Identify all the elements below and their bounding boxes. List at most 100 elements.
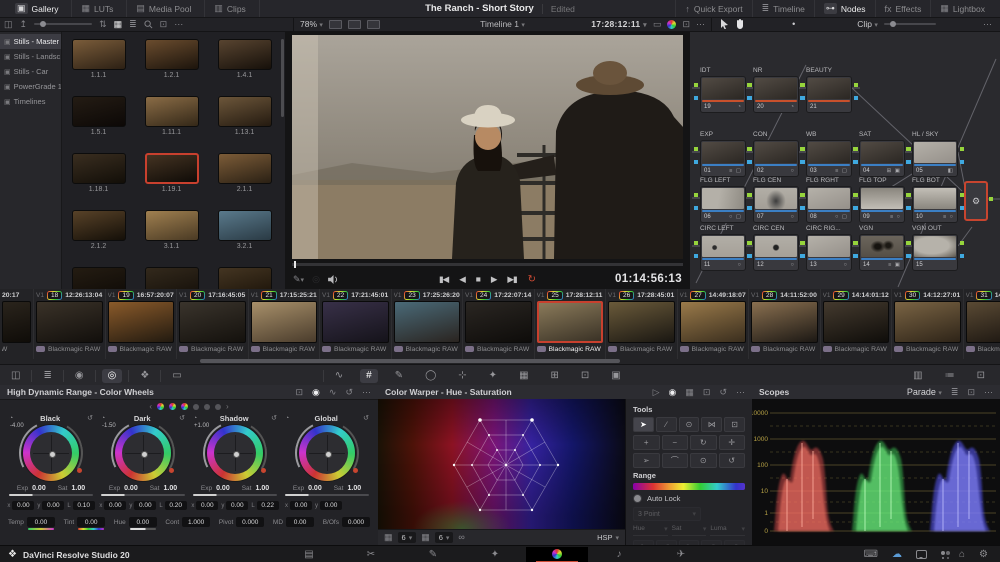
sort-icon[interactable]: ⇅ bbox=[99, 20, 107, 29]
timeline-scrollbar[interactable] bbox=[200, 359, 620, 363]
l-value[interactable]: 0.20 bbox=[165, 501, 187, 510]
more-options-icon[interactable]: ⋯ bbox=[984, 387, 993, 398]
y-value[interactable]: 0.00 bbox=[226, 501, 248, 510]
album-item[interactable]: ▣ Stills - Car bbox=[0, 64, 61, 79]
page-dot[interactable] bbox=[169, 403, 176, 410]
top-tab[interactable]: ▥ Clips bbox=[205, 0, 259, 17]
draw-tool-button[interactable]: ∕ bbox=[656, 417, 677, 432]
x-value[interactable]: 0.00 bbox=[12, 501, 34, 510]
keyboard-icon[interactable]: ⌨ bbox=[864, 549, 878, 560]
color-node[interactable]: CIRC CEN 12○ bbox=[753, 225, 799, 271]
y-value[interactable]: 0.00 bbox=[320, 501, 342, 510]
scopes-icon[interactable]: ≔ bbox=[934, 371, 966, 381]
luma-select[interactable]: Luma▾ bbox=[710, 525, 745, 536]
input-connector[interactable] bbox=[906, 241, 910, 245]
reset-icon[interactable]: ↺ bbox=[345, 387, 353, 398]
blur-icon[interactable]: ▦ bbox=[508, 371, 539, 381]
still-item[interactable]: 1.1.1 bbox=[62, 39, 135, 96]
color-node[interactable]: NR 20◔ bbox=[753, 67, 799, 113]
center-button[interactable]: ⊙ bbox=[690, 453, 717, 468]
home-icon[interactable]: ⌂ bbox=[959, 549, 965, 560]
input-connector[interactable] bbox=[694, 193, 698, 197]
top-tab[interactable]: ▦ Lightbox bbox=[930, 0, 994, 17]
input-connector[interactable] bbox=[694, 83, 698, 87]
timeline-clip[interactable]: V1 31 14:57:30 Blackmagic RAW bbox=[963, 289, 1000, 359]
chat-icon[interactable] bbox=[916, 550, 927, 559]
wheel-ring[interactable] bbox=[23, 425, 79, 481]
key-input-connector[interactable] bbox=[853, 254, 857, 258]
hue-sat-mode-icon[interactable]: ◉ bbox=[669, 387, 677, 398]
still-thumbnail[interactable] bbox=[145, 39, 199, 70]
page-dot[interactable] bbox=[204, 404, 210, 410]
playhead[interactable] bbox=[294, 261, 296, 268]
keyframes-icon[interactable]: ▥ bbox=[902, 371, 933, 381]
color-node[interactable]: CIRC LEFT 11○ bbox=[700, 225, 746, 271]
wheel-ring[interactable] bbox=[207, 425, 263, 481]
input-connector[interactable] bbox=[800, 241, 804, 245]
chroma-luma-mode-icon[interactable]: ▦ bbox=[685, 387, 694, 398]
hue-range-bar[interactable] bbox=[633, 483, 745, 490]
parameter-value[interactable]: 0.000 bbox=[342, 517, 370, 527]
qualifier-icon[interactable]: ✎ bbox=[384, 371, 414, 381]
expand-icon[interactable]: ⊡ bbox=[160, 20, 168, 29]
clip-thumbnail[interactable] bbox=[823, 301, 890, 343]
still-item[interactable] bbox=[208, 267, 281, 289]
still-thumbnail[interactable] bbox=[218, 153, 272, 184]
timeline-clip[interactable]: V1 18 12:26:13:04 Blackmagic RAW bbox=[33, 289, 105, 359]
y-value[interactable]: 0.00 bbox=[42, 501, 64, 510]
cut-page-icon[interactable]: ✂ bbox=[340, 547, 402, 562]
auto-lock-toggle[interactable]: Auto Lock bbox=[633, 494, 745, 503]
timeline-clip[interactable]: V1 20 17:16:45:05 Blackmagic RAW bbox=[176, 289, 248, 359]
exp-value[interactable]: 0.00 bbox=[32, 485, 46, 492]
still-thumbnail[interactable] bbox=[145, 96, 199, 127]
color-node[interactable]: CON 02○ bbox=[753, 131, 799, 177]
thumb-size-slider[interactable] bbox=[34, 23, 92, 25]
bypass-grades-icon[interactable]: ▭ bbox=[653, 20, 662, 29]
loop-button[interactable]: ↻ bbox=[528, 274, 536, 285]
page-dot[interactable] bbox=[157, 403, 164, 410]
l-value[interactable]: 0.22 bbox=[257, 501, 279, 510]
key-output-connector[interactable] bbox=[960, 254, 964, 258]
exp-value[interactable]: 0.00 bbox=[124, 485, 138, 492]
pin-tool-button[interactable]: ⊙ bbox=[679, 417, 700, 432]
still-item[interactable]: 1.13.1 bbox=[208, 96, 281, 153]
reset-icon[interactable]: ↺ bbox=[363, 414, 369, 422]
timeline-clip[interactable]: V1 23 17:25:26:20 Blackmagic RAW bbox=[391, 289, 463, 359]
hdr-wheels-icon[interactable]: ◎ bbox=[102, 369, 123, 383]
power-window-icon[interactable]: ◯ bbox=[414, 371, 447, 381]
color-node[interactable]: CIRC RIG... 13○ bbox=[806, 225, 852, 271]
input-connector[interactable] bbox=[853, 193, 857, 197]
remove-point-button[interactable]: − bbox=[662, 435, 689, 450]
input-connector[interactable] bbox=[694, 147, 698, 151]
exposure-dial-icon[interactable]: ◔ bbox=[101, 415, 105, 422]
still-thumbnail[interactable] bbox=[218, 210, 272, 241]
key-input-connector[interactable] bbox=[747, 254, 751, 258]
sat-value[interactable]: 1.00 bbox=[71, 485, 85, 492]
wheel-slider[interactable] bbox=[9, 494, 93, 496]
input-connector[interactable] bbox=[906, 147, 910, 151]
rgb-mixer-icon[interactable]: ❖ bbox=[129, 371, 160, 381]
gallery-scrollbar[interactable] bbox=[281, 39, 284, 117]
sizing-icon[interactable]: ⊡ bbox=[570, 371, 600, 381]
input-connector[interactable] bbox=[853, 241, 857, 245]
album-item[interactable]: ▣ PowerGrade 1 bbox=[0, 79, 61, 94]
smooth-button[interactable]: ⌒ bbox=[662, 453, 689, 468]
still-thumbnail[interactable] bbox=[72, 39, 126, 70]
clip-thumbnail[interactable] bbox=[251, 301, 318, 343]
color-node[interactable]: WB 03≡ ▢ bbox=[806, 131, 852, 177]
key-input-connector[interactable] bbox=[694, 160, 698, 164]
parameter-value[interactable]: 0.00 bbox=[27, 517, 55, 527]
pin-icon[interactable]: ⊡ bbox=[296, 387, 304, 398]
key-output-connector[interactable] bbox=[854, 96, 858, 100]
clip-thumbnail[interactable] bbox=[179, 301, 246, 343]
color-page-icon[interactable] bbox=[526, 547, 588, 562]
input-connector[interactable] bbox=[800, 147, 804, 151]
wheel-slider[interactable] bbox=[285, 494, 369, 496]
output-connector[interactable] bbox=[960, 241, 964, 245]
prev-page-icon[interactable]: ‹ bbox=[149, 402, 152, 411]
search-icon[interactable] bbox=[144, 20, 153, 29]
hue-select[interactable]: Hue▾ bbox=[633, 525, 668, 536]
expand-tool-button[interactable]: ⊡ bbox=[724, 417, 745, 432]
key-input-connector[interactable] bbox=[800, 206, 804, 210]
color-space-select[interactable]: HSP▾ bbox=[597, 533, 619, 542]
